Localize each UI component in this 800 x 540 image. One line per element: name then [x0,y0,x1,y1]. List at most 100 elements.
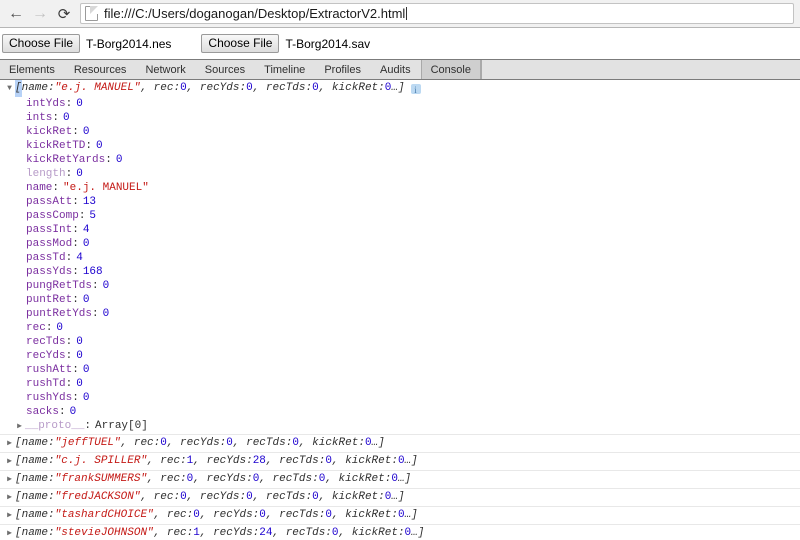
tab-elements[interactable]: Elements [0,60,65,79]
property-key: kickRetTD [26,140,86,152]
console-output[interactable]: ▼ [ name: "e.j. MANUEL" , rec: 0 , recYd… [0,80,800,539]
disclosure-triangle-icon[interactable]: ▶ [4,471,15,488]
array-open-bracket: [ [15,491,22,503]
row-rec-key: , rec: [147,455,187,467]
array-open-bracket: [ [15,473,22,485]
disclosure-triangle-icon[interactable]: ▶ [4,435,15,452]
tab-profiles[interactable]: Profiles [315,60,371,79]
property-colon: : [72,238,79,250]
property-value: 0 [115,154,123,166]
file-input-sav[interactable]: Choose File T-Borg2014.sav [201,34,370,53]
info-icon[interactable] [410,82,421,99]
file-name-nes: T-Borg2014.nes [86,36,172,51]
row-rec-value: 1 [186,455,194,467]
object-property-row: kickRet:0 [26,125,800,139]
row-rectds-value: 0 [325,509,332,521]
row-kickret-key: , kickRet: [325,473,392,485]
property-value: 0 [82,126,90,138]
property-colon: : [59,406,66,418]
row-name-value: "tashardCHOICE" [54,509,154,521]
console-row-summary[interactable]: ▶[name: "tashardCHOICE", rec: 0, recYds:… [0,507,800,524]
row-recyds-value: 24 [259,527,273,539]
property-colon: : [65,98,73,110]
array-open-bracket: [ [15,80,22,97]
property-key: passTd [26,252,66,264]
property-colon: : [52,112,60,124]
disclosure-triangle-icon[interactable]: ▶ [4,507,15,524]
object-property-row: kickRetYards:0 [26,153,800,167]
property-key: rushTd [26,378,66,390]
row-recyds-key: , recYds: [199,509,260,521]
property-key: kickRet [26,126,73,138]
tab-timeline[interactable]: Timeline [255,60,315,79]
tab-resources[interactable]: Resources [65,60,137,79]
console-row-summary[interactable]: ▶[name: "stevieJOHNSON", rec: 1, recYds:… [0,525,800,539]
row-rectds-key: , recTds: [259,473,319,485]
object-property-row: puntRet:0 [26,293,800,307]
property-key: rec [26,322,46,334]
summary-ellipsis-close: …] [391,82,405,94]
choose-file-button-nes[interactable]: Choose File [2,34,81,53]
console-row[interactable]: ▶[name: "fredJACKSON", rec: 0, recYds: 0… [0,489,800,507]
reload-icon[interactable]: ⟳ [52,2,76,26]
console-row-summary[interactable]: ▼ [ name: "e.j. MANUEL" , rec: 0 , recYd… [0,80,800,99]
row-kickret-value: 0 [391,473,398,485]
property-value: 0 [102,308,110,320]
tab-console[interactable]: Console [420,60,481,79]
choose-file-button-sav[interactable]: Choose File [201,34,280,53]
object-property-row: pungRetTds:0 [26,279,800,293]
object-property-row: name: "e.j. MANUEL" [26,181,800,195]
property-key: length [26,168,66,180]
console-row-expanded[interactable]: ▼ [ name: "e.j. MANUEL" , rec: 0 , recYd… [0,80,800,435]
console-row[interactable]: ▶[name: "jeffTUEL", rec: 0, recYds: 0, r… [0,435,800,453]
row-kickret-value: 0 [384,491,392,503]
console-row[interactable]: ▶[name: "stevieJOHNSON", rec: 1, recYds:… [0,525,800,539]
proto-colon: : [84,420,92,432]
console-row[interactable]: ▶[name: "tashardCHOICE", rec: 0, recYds:… [0,507,800,525]
object-property-row: rec:0 [26,321,800,335]
console-row-summary[interactable]: ▶[name: "fredJACKSON", rec: 0, recYds: 0… [0,489,800,506]
file-name-sav: T-Borg2014.sav [285,36,371,51]
property-colon: : [92,280,99,292]
row-recyds-key: , recYds: [199,527,260,539]
row-rectds-value: 0 [331,527,339,539]
console-row-summary[interactable]: ▶[name: "frankSUMMERS", rec: 0, recYds: … [0,471,800,488]
tab-audits[interactable]: Audits [371,60,421,79]
file-input-nes[interactable]: Choose File T-Borg2014.nes [2,34,171,53]
address-bar[interactable]: file:///C:/Users/doganogan/Desktop/Extra… [80,3,794,24]
row-rec-key: , rec: [147,473,187,485]
row-name-key: name: [21,491,55,503]
property-key: passYds [26,266,73,278]
row-rec-key: , rec: [140,491,181,503]
console-row-summary[interactable]: ▶[name: "c.j. SPILLER", rec: 1, recYds: … [0,453,800,470]
summary-rec-value: 0 [180,82,187,94]
row-recyds-key: , recYds: [186,491,247,503]
property-colon: : [65,350,73,362]
row-rec-value: 0 [180,491,187,503]
disclosure-triangle-icon[interactable]: ▶ [14,419,25,434]
row-recyds-value: 0 [252,473,260,485]
tab-network[interactable]: Network [136,60,195,79]
object-property-row: ints:0 [26,111,800,125]
row-ellipsis-close: …] [404,455,418,467]
row-rec-key: , rec: [153,509,194,521]
row-ellipsis-close: …] [371,437,385,449]
back-arrow-icon[interactable]: ← [4,2,28,26]
property-key: passComp [26,210,79,222]
console-row-summary[interactable]: ▶[name: "jeffTUEL", rec: 0, recYds: 0, r… [0,435,800,452]
row-kickret-value: 0 [397,455,405,467]
property-key: passMod [26,238,73,250]
console-row[interactable]: ▶[name: "frankSUMMERS", rec: 0, recYds: … [0,471,800,489]
proto-row[interactable]: ▶ __proto__ : Array[0] [0,419,800,434]
row-name-key: name: [21,455,55,467]
disclosure-triangle-icon[interactable]: ▶ [4,525,15,539]
object-property-row: passInt:4 [26,223,800,237]
disclosure-triangle-icon[interactable]: ▶ [4,489,15,506]
property-key: recTds [26,336,66,348]
disclosure-triangle-open-icon[interactable]: ▼ [4,80,15,97]
tab-sources[interactable]: Sources [196,60,255,79]
console-row[interactable]: ▶[name: "c.j. SPILLER", rec: 1, recYds: … [0,453,800,471]
property-value: 0 [82,238,90,250]
forward-arrow-icon[interactable]: → [28,2,52,26]
disclosure-triangle-icon[interactable]: ▶ [4,453,15,470]
